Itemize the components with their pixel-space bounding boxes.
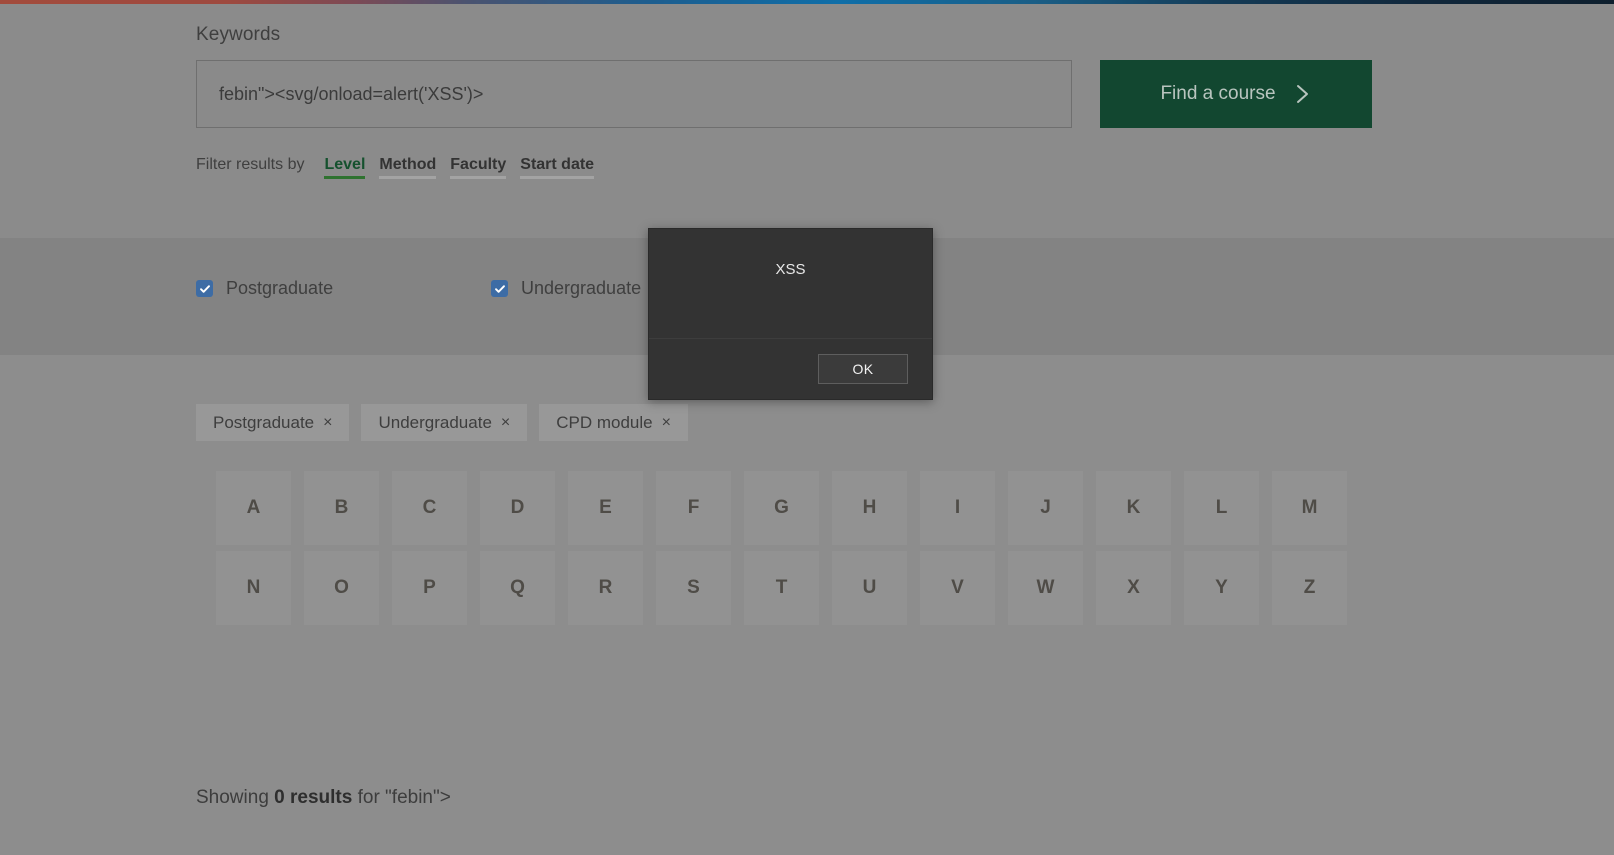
alpha-tile-s[interactable]: S [656, 551, 731, 625]
alpha-tile-n[interactable]: N [216, 551, 291, 625]
chip-remove-icon[interactable]: × [323, 414, 332, 432]
alpha-tile-c[interactable]: C [392, 471, 467, 545]
alpha-tile-w[interactable]: W [1008, 551, 1083, 625]
page-content: Keywords Find a course Filter results by… [0, 0, 1614, 855]
selected-filter-chips: Postgraduate × Undergraduate × CPD modul… [196, 404, 688, 441]
alpha-tile-h[interactable]: H [832, 471, 907, 545]
find-a-course-button[interactable]: Find a course [1100, 60, 1372, 128]
filter-tab-level[interactable]: Level [317, 156, 372, 179]
alpha-tile-b[interactable]: B [304, 471, 379, 545]
alpha-tile-e[interactable]: E [568, 471, 643, 545]
filter-tab-faculty[interactable]: Faculty [443, 156, 513, 179]
chip-label: Undergraduate [378, 412, 492, 432]
results-prefix: Showing [196, 787, 275, 808]
alpha-tile-q[interactable]: Q [480, 551, 555, 625]
alpha-tile-t[interactable]: T [744, 551, 819, 625]
top-accent-strip [0, 0, 1614, 4]
alert-dialog-message: XSS [775, 261, 806, 278]
alpha-tile-x[interactable]: X [1096, 551, 1171, 625]
alpha-tile-u[interactable]: U [832, 551, 907, 625]
search-row: Find a course [196, 60, 1376, 128]
filter-tabs: Filter results by Level Method Faculty S… [196, 156, 601, 179]
alpha-tile-g[interactable]: G [744, 471, 819, 545]
alpha-tile-l[interactable]: L [1184, 471, 1259, 545]
alphabet-index: A B C D E F G H I J K L M N O P Q R S T … [216, 471, 1347, 625]
course-search-form: Keywords Find a course [196, 24, 1376, 128]
alert-dialog-footer: OK [649, 339, 932, 399]
chevron-right-icon [1294, 83, 1312, 105]
chip-undergraduate[interactable]: Undergraduate × [361, 404, 528, 441]
results-suffix: for "febin"> [352, 787, 451, 808]
checkbox-undergraduate-label: Undergraduate [521, 278, 642, 298]
chip-remove-icon[interactable]: × [662, 414, 671, 432]
alpha-tile-z[interactable]: Z [1272, 551, 1347, 625]
filter-tab-method[interactable]: Method [372, 156, 443, 179]
level-filter-options: Postgraduate Undergraduate [196, 278, 641, 299]
chip-remove-icon[interactable]: × [501, 414, 510, 432]
keywords-input[interactable] [196, 60, 1072, 128]
alpha-tile-p[interactable]: P [392, 551, 467, 625]
alpha-tile-d[interactable]: D [480, 471, 555, 545]
alpha-tile-j[interactable]: J [1008, 471, 1083, 545]
alpha-tile-f[interactable]: F [656, 471, 731, 545]
chip-label: Postgraduate [213, 412, 315, 432]
alpha-tile-k[interactable]: K [1096, 471, 1171, 545]
checkmark-icon [196, 280, 213, 297]
alpha-tile-i[interactable]: I [920, 471, 995, 545]
alpha-tile-r[interactable]: R [568, 551, 643, 625]
results-count: 0 results [274, 787, 353, 808]
alpha-tile-v[interactable]: V [920, 551, 995, 625]
checkbox-undergraduate[interactable]: Undergraduate [491, 278, 641, 299]
alpha-tile-m[interactable]: M [1272, 471, 1347, 545]
checkmark-icon [491, 280, 508, 297]
filter-lead-label: Filter results by [196, 156, 305, 173]
chip-label: CPD module [556, 412, 653, 432]
checkbox-postgraduate-label: Postgraduate [226, 278, 334, 298]
alert-dialog-body: XSS [649, 229, 932, 339]
alpha-tile-y[interactable]: Y [1184, 551, 1259, 625]
alert-dialog: XSS OK [648, 228, 933, 400]
alpha-tile-a[interactable]: A [216, 471, 291, 545]
checkbox-postgraduate[interactable]: Postgraduate [196, 278, 491, 299]
alert-dialog-ok-button[interactable]: OK [818, 354, 908, 384]
find-a-course-label: Find a course [1160, 83, 1276, 104]
chip-cpd-module[interactable]: CPD module × [539, 404, 688, 441]
chip-postgraduate[interactable]: Postgraduate × [196, 404, 350, 441]
filter-tab-start-date[interactable]: Start date [513, 156, 601, 179]
keywords-label: Keywords [196, 24, 281, 45]
alpha-tile-o[interactable]: O [304, 551, 379, 625]
results-summary: Showing 0 results for "febin"> [196, 787, 451, 809]
